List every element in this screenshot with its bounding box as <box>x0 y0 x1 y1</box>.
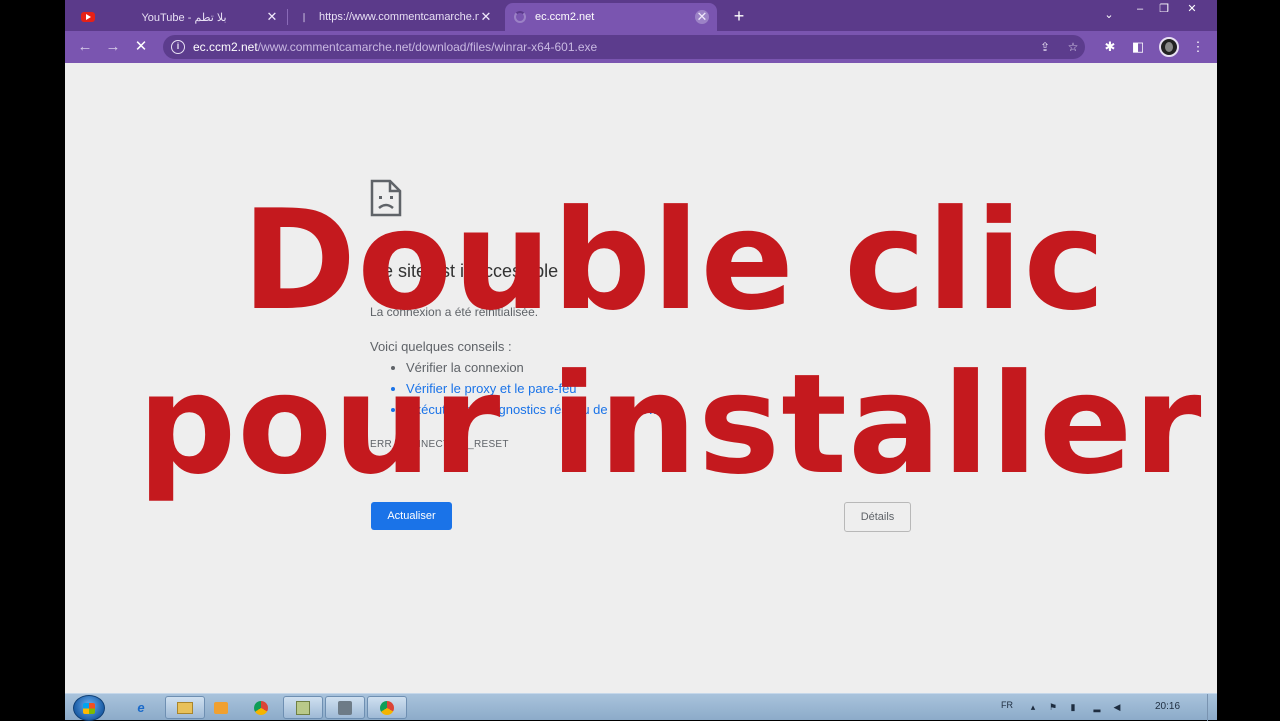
reload-button[interactable]: Actualiser <box>371 502 452 530</box>
browser-toolbar: ← → ✕ i ec.ccm2.net/www.commentcamarche.… <box>65 31 1217 63</box>
chrome-icon[interactable] <box>241 696 281 719</box>
new-tab-button[interactable]: + <box>729 6 749 26</box>
page-icon: ❘ <box>300 11 308 22</box>
overlay-caption-line-1: Double clic <box>241 180 1107 341</box>
address-bar[interactable]: i ec.ccm2.net/www.commentcamarche.net/do… <box>163 35 1085 59</box>
site-info-icon[interactable]: i <box>171 40 185 54</box>
overlay-caption-line-2: pour installer <box>137 344 1203 505</box>
tab-search-icon[interactable]: ⌄ <box>1101 7 1117 23</box>
chrome-window-icon[interactable] <box>367 696 407 719</box>
youtube-icon <box>81 10 95 24</box>
close-window-button[interactable]: ✕ <box>1179 2 1205 16</box>
url-path: /www.commentcamarche.net/download/files/… <box>257 40 598 54</box>
profile-avatar[interactable] <box>1159 37 1179 57</box>
device-icon[interactable]: ▮ <box>1067 701 1079 713</box>
stop-loading-icon[interactable]: ✕ <box>131 37 151 57</box>
tab-youtube[interactable]: YouTube - بلا تطم ✕ <box>73 3 288 31</box>
back-arrow-icon[interactable]: ← <box>75 37 95 57</box>
windows-taskbar: e FR ▴ ⚑ ▮ ▂ ◀ 20:16 <box>65 693 1217 721</box>
volume-icon[interactable]: ◀ <box>1111 701 1123 713</box>
share-icon[interactable]: ⇪ <box>1037 39 1053 55</box>
loading-spinner-icon <box>513 10 527 24</box>
tab-label: YouTube - بلا تطم <box>141 11 227 24</box>
forward-arrow-icon[interactable]: → <box>103 37 123 57</box>
action-center-flag-icon[interactable]: ⚑ <box>1047 701 1059 713</box>
bookmark-star-icon[interactable]: ☆ <box>1065 39 1081 55</box>
show-desktop-button[interactable] <box>1207 694 1217 721</box>
close-tab-icon[interactable]: ✕ <box>265 10 279 24</box>
show-hidden-icons-icon[interactable]: ▴ <box>1027 701 1039 713</box>
close-tab-icon[interactable]: ✕ <box>479 10 493 24</box>
tools-app-icon[interactable] <box>325 696 365 719</box>
tab-label: https://www.commentcamarche.net <box>319 11 479 23</box>
minimize-button[interactable]: – <box>1127 2 1153 16</box>
tab-label: ec.ccm2.net <box>535 11 595 23</box>
close-tab-icon[interactable]: ✕ <box>695 10 709 24</box>
clock[interactable]: 20:16 <box>1155 701 1180 712</box>
video-frame: YouTube - بلا تطم ✕ ❘ https://www.commen… <box>0 0 1280 721</box>
internet-explorer-icon[interactable]: e <box>121 696 161 719</box>
details-button[interactable]: Détails <box>844 502 911 532</box>
start-button[interactable] <box>73 695 105 721</box>
restore-button[interactable]: ❐ <box>1151 2 1177 16</box>
url-host: ec.ccm2.net <box>193 40 258 54</box>
tab-ec-ccm2[interactable]: ec.ccm2.net ✕ <box>505 3 717 31</box>
media-player-icon[interactable] <box>201 696 241 719</box>
file-explorer-icon[interactable] <box>165 696 205 719</box>
language-indicator[interactable]: FR <box>1001 700 1013 710</box>
url-text: ec.ccm2.net/www.commentcamarche.net/down… <box>193 40 597 54</box>
network-signal-icon[interactable]: ▂ <box>1091 701 1103 713</box>
tab-strip: YouTube - بلا تطم ✕ ❘ https://www.commen… <box>65 0 1217 31</box>
notes-app-icon[interactable] <box>283 696 323 719</box>
menu-kebab-icon[interactable]: ⋮ <box>1189 38 1207 56</box>
side-panel-icon[interactable]: ◧ <box>1129 38 1147 56</box>
extensions-puzzle-icon[interactable]: ✱ <box>1101 38 1119 56</box>
tab-commentcamarche[interactable]: ❘ https://www.commentcamarche.net ✕ <box>289 3 501 31</box>
